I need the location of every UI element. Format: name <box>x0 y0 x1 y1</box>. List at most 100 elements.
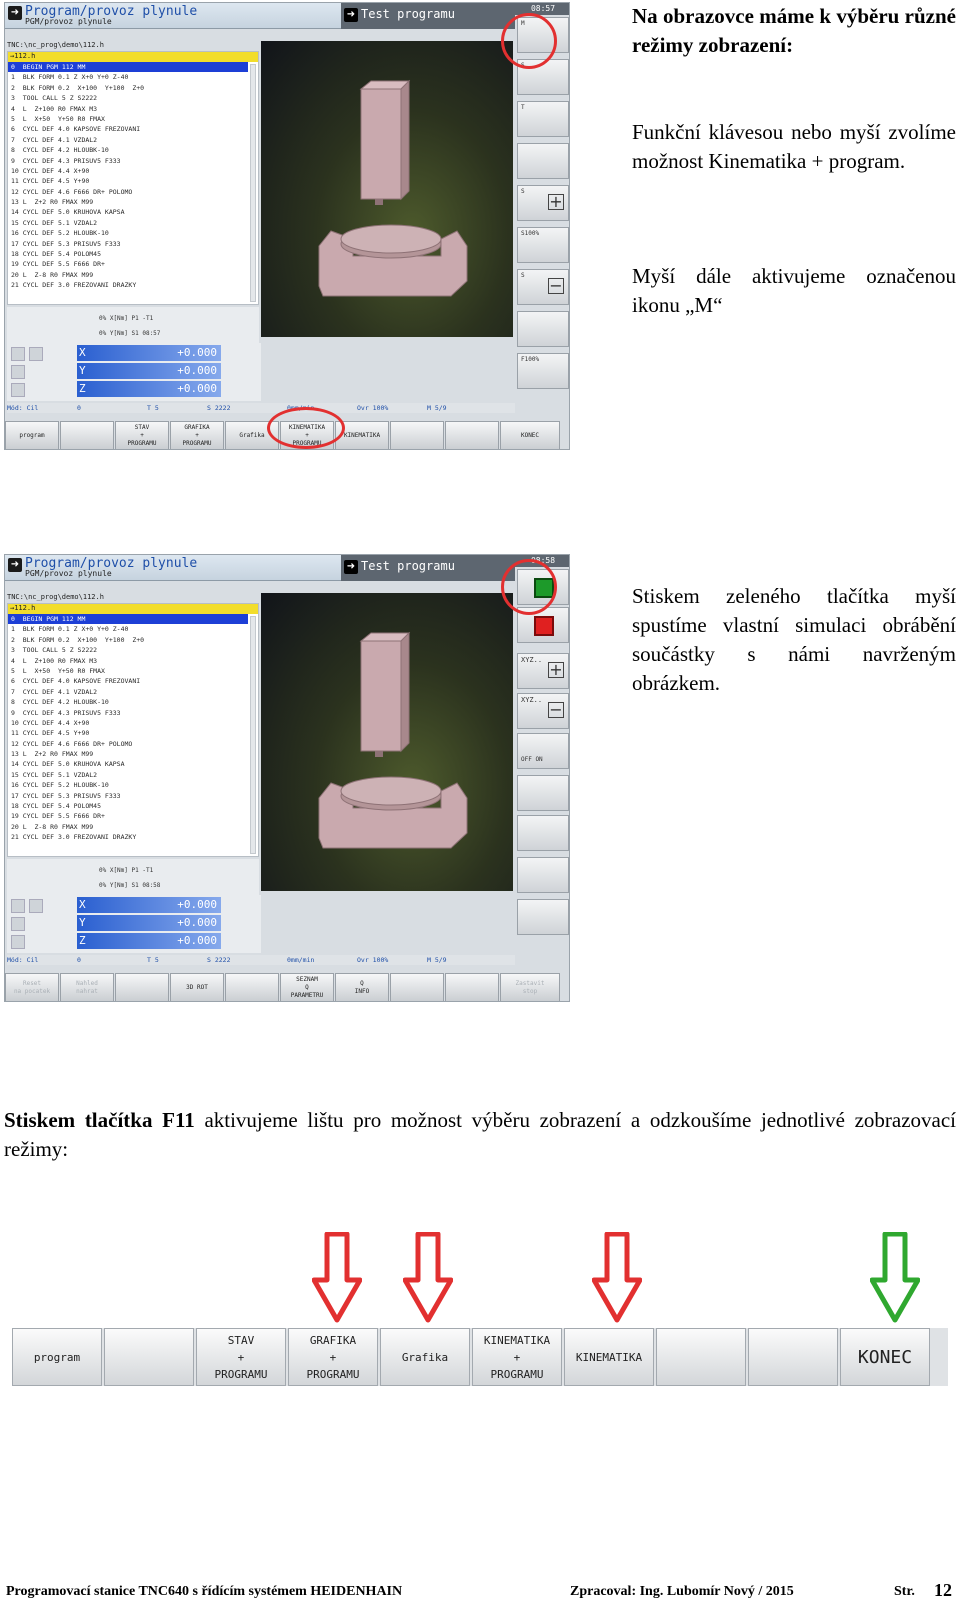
program-line[interactable]: 8 CYCL DEF 4.2 HLOUBK-10 <box>8 145 258 155</box>
program-line[interactable]: 0 BEGIN PGM 112 MM <box>8 614 248 625</box>
program-line[interactable]: 21 CYCL DEF 3.0 FREZOVANI DRAZKY <box>8 832 258 842</box>
simulation-view[interactable] <box>261 593 513 891</box>
program-line[interactable]: 8 CYCL DEF 4.2 HLOUBK-10 <box>8 697 258 707</box>
program-line[interactable]: 2 BLK FORM 0.2 X+100 Y+100 Z+0 <box>8 83 258 93</box>
program-line[interactable]: 13 L Z+2 R0 FMAX M99 <box>8 197 258 207</box>
program-line[interactable]: 11 CYCL DEF 4.5 Y+90 <box>8 176 258 186</box>
program-line[interactable]: 20 L Z-8 R0 FMAX M99 <box>8 270 258 280</box>
program-line[interactable]: 7 CYCL DEF 4.1 VZDAL2 <box>8 687 258 697</box>
program-line[interactable]: 19 CYCL DEF 5.5 F666 DR+ <box>8 811 258 821</box>
program-listing[interactable]: →112.h 0 BEGIN PGM 112 MM 1 BLK FORM 0.1 … <box>7 51 259 305</box>
bar-softkey-1[interactable]: program <box>12 1328 102 1386</box>
program-line[interactable]: 20 L Z-8 R0 FMAX M99 <box>8 822 258 832</box>
program-line[interactable]: 16 CYCL DEF 5.2 HLOUBK-10 <box>8 228 258 238</box>
softkey-8[interactable] <box>390 973 444 1001</box>
bar-softkey-9[interactable] <box>748 1328 838 1386</box>
status-field: T 5 <box>147 404 159 412</box>
empty-softkey[interactable] <box>517 857 569 893</box>
program-line[interactable]: 5 L X+50 Y+50 R0 FMAX <box>8 666 258 676</box>
stop-icon <box>534 616 554 636</box>
empty-softkey[interactable] <box>517 775 569 811</box>
softkey-2[interactable] <box>60 421 114 449</box>
program-line[interactable]: 13 L Z+2 R0 FMAX M99 <box>8 749 258 759</box>
program-line[interactable]: 14 CYCL DEF 5.0 KRUHOVA KAPSA <box>8 759 258 769</box>
file-name: →112.h <box>8 52 258 62</box>
program-line[interactable]: 17 CYCL DEF 5.3 PRISUV5 F333 <box>8 239 258 249</box>
zoom-out-button[interactable]: XYZ.. − <box>517 693 569 729</box>
scrollbar[interactable] <box>250 616 256 854</box>
side-softkey-9[interactable]: F100% <box>517 353 569 389</box>
program-line[interactable]: 14 CYCL DEF 5.0 KRUHOVA KAPSA <box>8 207 258 217</box>
softkey-9[interactable] <box>445 973 499 1001</box>
program-line[interactable]: 16 CYCL DEF 5.2 HLOUBK-10 <box>8 780 258 790</box>
softkey-1[interactable]: Reset na pocatek <box>5 973 59 1001</box>
softkey-2[interactable]: Nahled nahrat <box>60 973 114 1001</box>
toggle-button[interactable]: OFF ON <box>517 733 569 769</box>
program-listing[interactable]: →112.h 0 BEGIN PGM 112 MM 1 BLK FORM 0.1 … <box>7 603 259 857</box>
program-line[interactable]: 10 CYCL DEF 4.4 X+90 <box>8 166 258 176</box>
program-line[interactable]: 1 BLK FORM 0.1 Z X+0 Y+0 Z-40 <box>8 624 258 634</box>
highlight-circle <box>501 13 557 69</box>
side-softkey-8[interactable] <box>517 311 569 347</box>
bar-softkey-4[interactable]: GRAFIKA + PROGRAMU <box>288 1328 378 1386</box>
bar-softkey-5[interactable]: Grafika <box>380 1328 470 1386</box>
empty-softkey[interactable] <box>517 815 569 851</box>
side-softkey-5[interactable]: S + <box>517 185 569 221</box>
program-line[interactable]: 6 CYCL DEF 4.0 KAPSOVE FREZOVANI <box>8 676 258 686</box>
footer-page-label: Str. <box>894 1584 915 1599</box>
softkey-7[interactable]: Q INFO <box>335 973 389 1001</box>
red-arrow <box>312 1232 362 1323</box>
bar-softkey-3[interactable]: STAV + PROGRAMU <box>196 1328 286 1386</box>
program-line[interactable]: 4 L Z+100 R0 FMAX M3 <box>8 104 258 114</box>
side-softkey-4[interactable] <box>517 143 569 179</box>
program-line[interactable]: 18 CYCL DEF 5.4 POLOM45 <box>8 801 258 811</box>
simulation-view[interactable] <box>261 41 513 337</box>
program-line[interactable]: 5 L X+50 Y+50 R0 FMAX <box>8 114 258 124</box>
program-line[interactable]: 15 CYCL DEF 5.1 VZDAL2 <box>8 218 258 228</box>
softkey-1[interactable]: program <box>5 421 59 449</box>
program-line[interactable]: 3 TOOL CALL 5 Z S2222 <box>8 93 258 103</box>
softkey-5[interactable] <box>225 973 279 1001</box>
program-line[interactable]: 4 L Z+100 R0 FMAX M3 <box>8 656 258 666</box>
program-line[interactable]: 0 BEGIN PGM 112 MM <box>8 62 248 73</box>
program-line[interactable]: 11 CYCL DEF 4.5 Y+90 <box>8 728 258 738</box>
mode-label[interactable]: ➜ Test programu <box>341 555 515 581</box>
bar-softkey-7[interactable]: KINEMATIKA <box>564 1328 654 1386</box>
softkey-3[interactable] <box>115 973 169 1001</box>
softkey-4[interactable]: GRAFIKA + PROGRAMU <box>170 421 224 449</box>
program-line[interactable]: 17 CYCL DEF 5.3 PRISUV5 F333 <box>8 791 258 801</box>
program-line[interactable]: 2 BLK FORM 0.2 X+100 Y+100 Z+0 <box>8 635 258 645</box>
program-line[interactable]: 6 CYCL DEF 4.0 KAPSOVE FREZOVANI <box>8 124 258 134</box>
softkey-8[interactable] <box>390 421 444 449</box>
program-line[interactable]: 3 TOOL CALL 5 Z S2222 <box>8 645 258 655</box>
side-softkey-3[interactable]: T <box>517 101 569 137</box>
program-line[interactable]: 7 CYCL DEF 4.1 VZDAL2 <box>8 135 258 145</box>
program-line[interactable]: 21 CYCL DEF 3.0 FREZOVANI DRAZKY <box>8 280 258 290</box>
side-softkey-7[interactable]: S − <box>517 269 569 305</box>
program-line[interactable]: 12 CYCL DEF 4.6 F666 DR+ POLOMO <box>8 739 258 749</box>
softkey-4[interactable]: 3D ROT <box>170 973 224 1001</box>
program-line[interactable]: 1 BLK FORM 0.1 Z X+0 Y+0 Z-40 <box>8 72 258 82</box>
paragraph: Stiskem zeleného tlačítka myší spustíme … <box>632 584 956 695</box>
diagnostic-button[interactable] <box>517 899 569 935</box>
program-line[interactable]: 18 CYCL DEF 5.4 POLOM45 <box>8 249 258 259</box>
bar-softkey-6[interactable]: KINEMATIKA + PROGRAMU <box>472 1328 562 1386</box>
program-line[interactable]: 10 CYCL DEF 4.4 X+90 <box>8 718 258 728</box>
side-softkey-6[interactable]: S100% <box>517 227 569 263</box>
softkey-9[interactable] <box>445 421 499 449</box>
program-line[interactable]: 15 CYCL DEF 5.1 VZDAL2 <box>8 770 258 780</box>
zoom-in-button[interactable]: XYZ.. + <box>517 653 569 689</box>
bar-softkey-8[interactable] <box>656 1328 746 1386</box>
program-line[interactable]: 12 CYCL DEF 4.6 F666 DR+ POLOMO <box>8 187 258 197</box>
scrollbar[interactable] <box>250 64 256 302</box>
bar-softkey-10[interactable]: KONEC <box>840 1328 930 1386</box>
mode-label[interactable]: ➜ Test programu <box>341 3 515 29</box>
bar-softkey-2[interactable] <box>104 1328 194 1386</box>
softkey-6[interactable]: SEZNAM Q PARAMETRU <box>280 973 334 1001</box>
program-line[interactable]: 9 CYCL DEF 4.3 PRISUV5 F333 <box>8 156 258 166</box>
softkey-10[interactable]: KONEC <box>500 421 560 449</box>
softkey-3[interactable]: STAV + PROGRAMU <box>115 421 169 449</box>
softkey-10[interactable]: Zastavit stop <box>500 973 560 1001</box>
program-line[interactable]: 19 CYCL DEF 5.5 F666 DR+ <box>8 259 258 269</box>
program-line[interactable]: 9 CYCL DEF 4.3 PRISUV5 F333 <box>8 708 258 718</box>
